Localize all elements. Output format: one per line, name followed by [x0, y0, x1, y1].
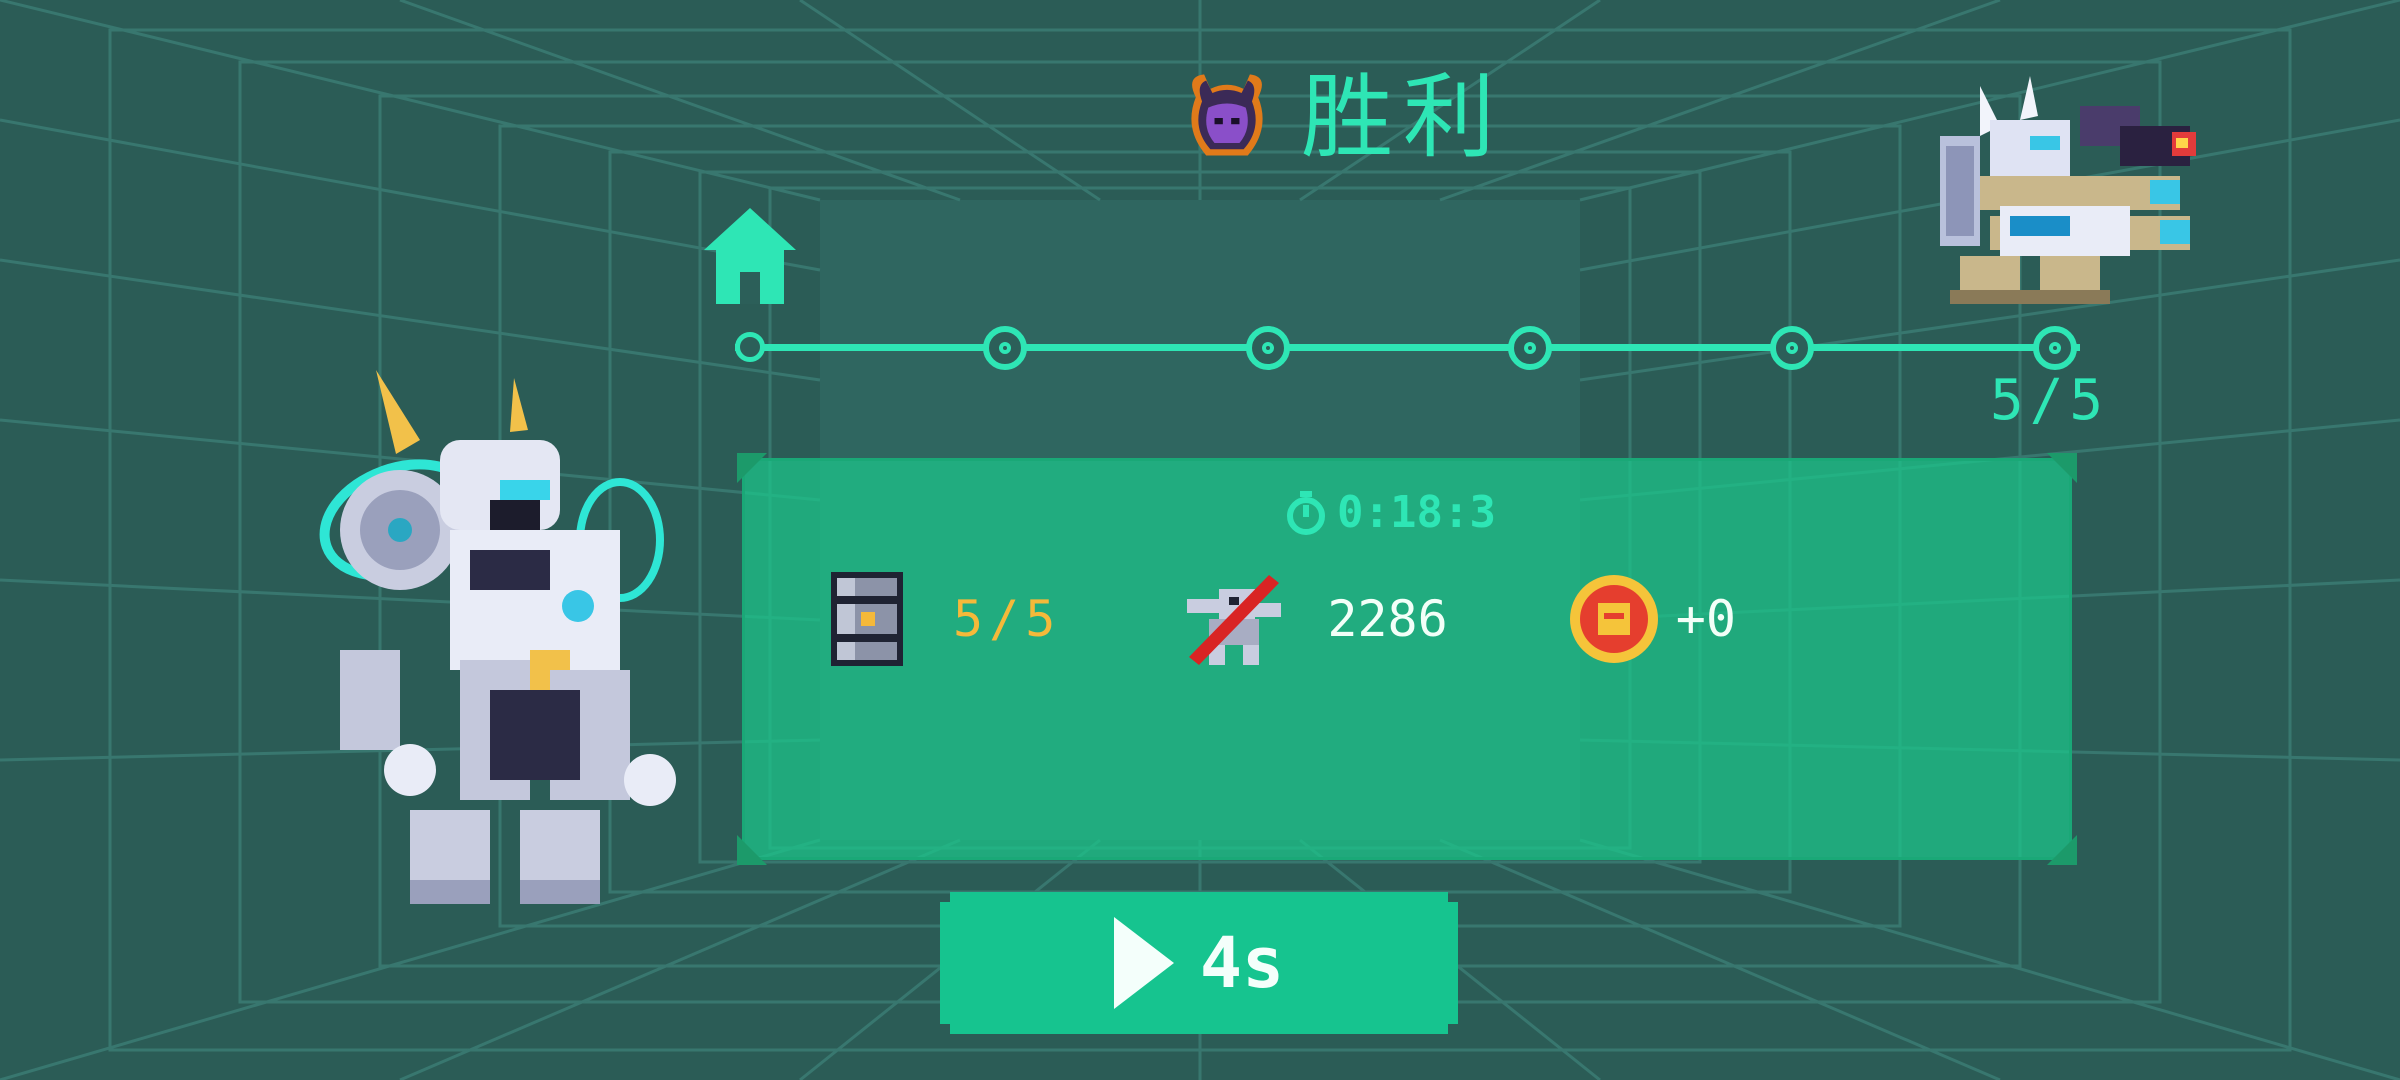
continue-button[interactable]: 4s — [940, 892, 1458, 1034]
boss-mech-sprite — [1940, 76, 2196, 304]
robot-kill-icon — [1187, 575, 1282, 665]
results-panel: 0:18:3 5/5 2286 +0 — [737, 453, 2077, 865]
panel-corner — [737, 453, 767, 483]
stage-count: 5/5 — [1990, 368, 2110, 433]
progress-node-5 — [2033, 326, 2077, 370]
player-mech-sprite — [319, 370, 676, 904]
stopwatch-icon — [1287, 490, 1325, 535]
stage-progress — [735, 322, 2080, 372]
progress-line — [735, 344, 2080, 351]
progress-node-start — [735, 332, 765, 362]
elapsed-time: 0:18:3 — [1285, 487, 1496, 538]
elapsed-time-value: 0:18:3 — [1337, 487, 1496, 538]
progress-node-2 — [1246, 326, 1290, 370]
coin-icon — [1569, 575, 1658, 663]
play-icon — [1114, 917, 1174, 1009]
barrel-icon — [831, 572, 903, 666]
kill-score-stat: 2286 — [1179, 569, 1448, 669]
page-title: 胜利 — [1301, 64, 1506, 171]
panel-corner — [2047, 835, 2077, 865]
demon-emblem-icon — [1191, 74, 1263, 156]
coins-value: +0 — [1675, 590, 1736, 648]
panel-corner — [737, 835, 767, 865]
home-icon[interactable] — [704, 208, 796, 304]
victory-title: 胜利 — [1175, 62, 1505, 174]
kill-score-value: 2286 — [1327, 590, 1448, 648]
continue-countdown: 4s — [1199, 922, 1285, 1004]
panel-corner — [2047, 453, 2077, 483]
progress-node-3 — [1508, 326, 1552, 370]
progress-node-1 — [983, 326, 1027, 370]
barrels-count: 5/5 — [953, 590, 1062, 648]
progress-node-4 — [1770, 326, 1814, 370]
coins-stat: +0 — [1568, 573, 1736, 665]
stats-row: 5/5 2286 +0 — [827, 569, 1736, 669]
barrels-stat: 5/5 — [827, 572, 1061, 666]
